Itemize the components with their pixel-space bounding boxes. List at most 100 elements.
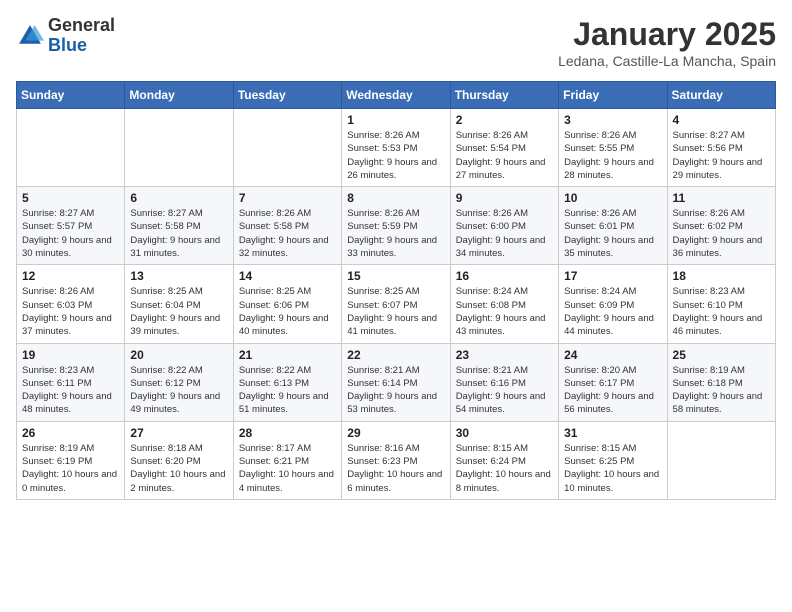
calendar-day-cell: 19 Sunrise: 8:23 AM Sunset: 6:11 PM Dayli… [17,343,125,421]
day-number: 26 [22,426,119,440]
day-number: 20 [130,348,227,362]
logo-general: General [48,15,115,35]
calendar-week-row: 5 Sunrise: 8:27 AM Sunset: 5:57 PM Daylig… [17,187,776,265]
day-info: Sunrise: 8:26 AM Sunset: 5:59 PM Dayligh… [347,207,444,260]
day-number: 10 [564,191,661,205]
weekday-header-cell: Wednesday [342,82,450,109]
day-info: Sunrise: 8:21 AM Sunset: 6:16 PM Dayligh… [456,364,553,417]
day-info: Sunrise: 8:26 AM Sunset: 5:55 PM Dayligh… [564,129,661,182]
location: Ledana, Castille-La Mancha, Spain [558,53,776,69]
day-info: Sunrise: 8:21 AM Sunset: 6:14 PM Dayligh… [347,364,444,417]
day-info: Sunrise: 8:22 AM Sunset: 6:12 PM Dayligh… [130,364,227,417]
weekday-header-cell: Thursday [450,82,558,109]
calendar-day-cell: 6 Sunrise: 8:27 AM Sunset: 5:58 PM Daylig… [125,187,233,265]
calendar-day-cell: 7 Sunrise: 8:26 AM Sunset: 5:58 PM Daylig… [233,187,341,265]
day-info: Sunrise: 8:26 AM Sunset: 5:53 PM Dayligh… [347,129,444,182]
day-info: Sunrise: 8:17 AM Sunset: 6:21 PM Dayligh… [239,442,336,495]
day-info: Sunrise: 8:25 AM Sunset: 6:04 PM Dayligh… [130,285,227,338]
calendar-week-row: 19 Sunrise: 8:23 AM Sunset: 6:11 PM Dayli… [17,343,776,421]
calendar-day-cell: 30Sunrise: 8:15 AM Sunset: 6:24 PM Dayli… [450,421,558,499]
day-number: 12 [22,269,119,283]
day-info: Sunrise: 8:27 AM Sunset: 5:58 PM Dayligh… [130,207,227,260]
day-info: Sunrise: 8:26 AM Sunset: 6:02 PM Dayligh… [673,207,770,260]
day-info: Sunrise: 8:16 AM Sunset: 6:23 PM Dayligh… [347,442,444,495]
calendar-day-cell: 24Sunrise: 8:20 AM Sunset: 6:17 PM Dayli… [559,343,667,421]
calendar-day-cell [667,421,775,499]
day-number: 14 [239,269,336,283]
calendar-day-cell [17,109,125,187]
weekday-header-row: SundayMondayTuesdayWednesdayThursdayFrid… [17,82,776,109]
calendar-day-cell: 5 Sunrise: 8:27 AM Sunset: 5:57 PM Daylig… [17,187,125,265]
calendar-day-cell: 8 Sunrise: 8:26 AM Sunset: 5:59 PM Daylig… [342,187,450,265]
calendar-day-cell: 29 Sunrise: 8:16 AM Sunset: 6:23 PM Dayli… [342,421,450,499]
calendar-day-cell: 11Sunrise: 8:26 AM Sunset: 6:02 PM Dayli… [667,187,775,265]
calendar-day-cell: 23 Sunrise: 8:21 AM Sunset: 6:16 PM Dayli… [450,343,558,421]
day-info: Sunrise: 8:15 AM Sunset: 6:25 PM Dayligh… [564,442,661,495]
day-info: Sunrise: 8:15 AM Sunset: 6:24 PM Dayligh… [456,442,553,495]
day-number: 23 [456,348,553,362]
day-number: 15 [347,269,444,283]
day-number: 29 [347,426,444,440]
calendar-day-cell: 26 Sunrise: 8:19 AM Sunset: 6:19 PM Dayli… [17,421,125,499]
day-number: 25 [673,348,770,362]
day-number: 27 [130,426,227,440]
day-info: Sunrise: 8:25 AM Sunset: 6:07 PM Dayligh… [347,285,444,338]
calendar-day-cell: 17 Sunrise: 8:24 AM Sunset: 6:09 PM Dayli… [559,265,667,343]
day-info: Sunrise: 8:26 AM Sunset: 5:54 PM Dayligh… [456,129,553,182]
calendar-day-cell: 15 Sunrise: 8:25 AM Sunset: 6:07 PM Dayli… [342,265,450,343]
day-info: Sunrise: 8:25 AM Sunset: 6:06 PM Dayligh… [239,285,336,338]
day-info: Sunrise: 8:26 AM Sunset: 6:00 PM Dayligh… [456,207,553,260]
calendar-day-cell: 28 Sunrise: 8:17 AM Sunset: 6:21 PM Dayli… [233,421,341,499]
day-info: Sunrise: 8:27 AM Sunset: 5:57 PM Dayligh… [22,207,119,260]
day-info: Sunrise: 8:27 AM Sunset: 5:56 PM Dayligh… [673,129,770,182]
day-number: 21 [239,348,336,362]
day-info: Sunrise: 8:24 AM Sunset: 6:09 PM Dayligh… [564,285,661,338]
weekday-header-cell: Monday [125,82,233,109]
logo: General Blue [16,16,115,56]
day-info: Sunrise: 8:26 AM Sunset: 5:58 PM Dayligh… [239,207,336,260]
day-info: Sunrise: 8:23 AM Sunset: 6:10 PM Dayligh… [673,285,770,338]
calendar-day-cell: 13 Sunrise: 8:25 AM Sunset: 6:04 PM Dayli… [125,265,233,343]
day-number: 7 [239,191,336,205]
weekday-header-cell: Saturday [667,82,775,109]
calendar-day-cell: 3 Sunrise: 8:26 AM Sunset: 5:55 PM Daylig… [559,109,667,187]
calendar-day-cell: 22 Sunrise: 8:21 AM Sunset: 6:14 PM Dayli… [342,343,450,421]
day-number: 19 [22,348,119,362]
calendar-day-cell: 14 Sunrise: 8:25 AM Sunset: 6:06 PM Dayli… [233,265,341,343]
title-block: January 2025 Ledana, Castille-La Mancha,… [558,16,776,69]
day-number: 3 [564,113,661,127]
day-number: 2 [456,113,553,127]
day-number: 4 [673,113,770,127]
calendar-day-cell: 9 Sunrise: 8:26 AM Sunset: 6:00 PM Daylig… [450,187,558,265]
logo-text: General Blue [48,16,115,56]
day-number: 5 [22,191,119,205]
day-number: 6 [130,191,227,205]
calendar-body: 1 Sunrise: 8:26 AM Sunset: 5:53 PM Daylig… [17,109,776,500]
day-number: 9 [456,191,553,205]
day-number: 16 [456,269,553,283]
day-info: Sunrise: 8:19 AM Sunset: 6:18 PM Dayligh… [673,364,770,417]
day-number: 22 [347,348,444,362]
calendar-day-cell: 4 Sunrise: 8:27 AM Sunset: 5:56 PM Daylig… [667,109,775,187]
calendar-day-cell: 1 Sunrise: 8:26 AM Sunset: 5:53 PM Daylig… [342,109,450,187]
day-number: 24 [564,348,661,362]
day-number: 31 [564,426,661,440]
calendar-day-cell: 16Sunrise: 8:24 AM Sunset: 6:08 PM Dayli… [450,265,558,343]
day-number: 17 [564,269,661,283]
day-number: 28 [239,426,336,440]
calendar-day-cell: 21Sunrise: 8:22 AM Sunset: 6:13 PM Dayli… [233,343,341,421]
day-number: 18 [673,269,770,283]
weekday-header-cell: Sunday [17,82,125,109]
weekday-header-cell: Friday [559,82,667,109]
weekday-header-cell: Tuesday [233,82,341,109]
day-info: Sunrise: 8:19 AM Sunset: 6:19 PM Dayligh… [22,442,119,495]
calendar-day-cell: 10Sunrise: 8:26 AM Sunset: 6:01 PM Dayli… [559,187,667,265]
day-number: 13 [130,269,227,283]
day-number: 8 [347,191,444,205]
calendar-week-row: 1 Sunrise: 8:26 AM Sunset: 5:53 PM Daylig… [17,109,776,187]
calendar-day-cell: 20 Sunrise: 8:22 AM Sunset: 6:12 PM Dayli… [125,343,233,421]
day-info: Sunrise: 8:26 AM Sunset: 6:03 PM Dayligh… [22,285,119,338]
page-header: General Blue January 2025 Ledana, Castil… [16,16,776,69]
day-info: Sunrise: 8:23 AM Sunset: 6:11 PM Dayligh… [22,364,119,417]
day-number: 1 [347,113,444,127]
